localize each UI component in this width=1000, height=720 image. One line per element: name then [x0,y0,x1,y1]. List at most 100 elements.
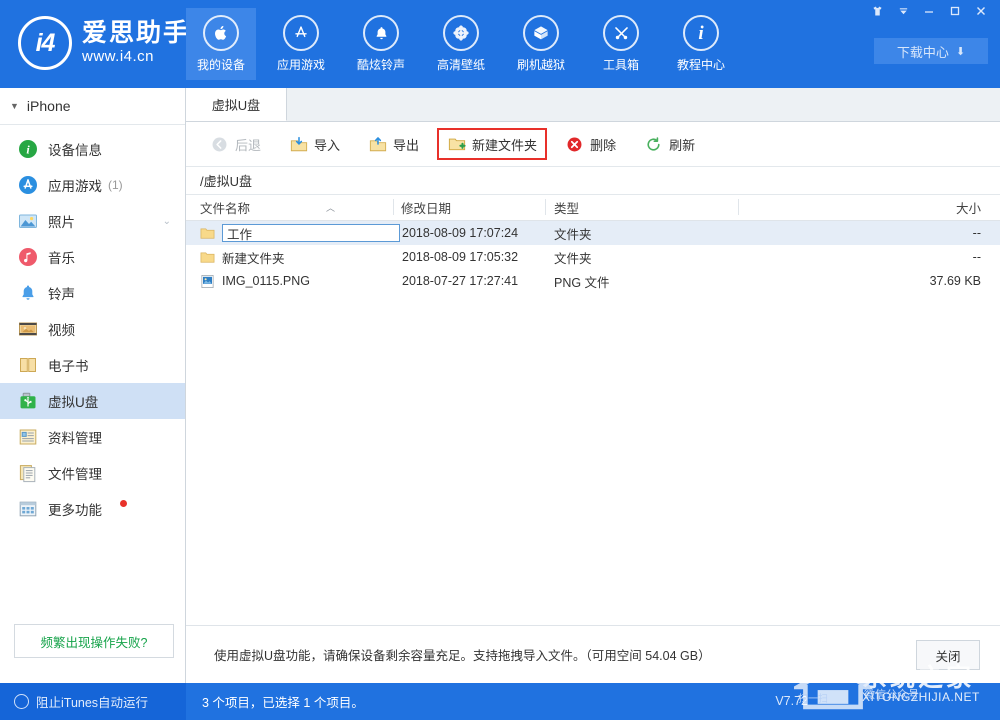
nav-label: 应用游戏 [277,56,325,73]
device-selector[interactable]: ▼ iPhone [0,88,185,125]
toolbar-label: 新建文件夹 [472,135,537,154]
menu-caret-icon[interactable] [890,1,916,21]
column-divider[interactable] [393,199,394,215]
table-row[interactable]: 2018-08-09 17:07:24 文件夹 -- [186,221,1000,245]
nav-item-toolbox[interactable]: 工具箱 [586,8,656,80]
cell-date: 2018-08-09 17:05:32 [402,245,518,269]
close-button[interactable]: 关闭 [916,640,980,670]
nav-item-flash-jailbreak[interactable]: 刷机越狱 [506,8,576,80]
version-label: V7.72 [775,694,808,708]
sidebar-item-apps-games[interactable]: 应用游戏 (1) [0,167,185,203]
import-down-icon [289,135,308,154]
notice-text: 使用虚拟U盘功能，请确保设备剩余容量充足。支持拖拽导入文件。（可用空间 54.0… [214,645,711,664]
box-icon [523,15,559,51]
nav-label: 我的设备 [197,56,245,73]
sidebar-item-more-features[interactable]: 更多功能 [0,491,185,527]
nav-item-wallpapers[interactable]: 高清壁纸 [426,8,496,80]
nav-item-ringtones[interactable]: 酷炫铃声 [346,8,416,80]
skin-icon[interactable] [864,1,890,21]
help-failures-button[interactable]: 频繁出现操作失败? [14,624,174,658]
new-badge-dot [120,500,127,507]
export-button[interactable]: 导出 [358,129,429,159]
column-divider[interactable] [545,199,546,215]
data-manage-icon [18,427,38,447]
back-button[interactable]: 后退 [200,129,271,159]
breadcrumb[interactable]: /虚拟U盘 [186,167,1000,195]
sidebar-item-label: 资料管理 [48,427,102,447]
table-row[interactable]: 新建文件夹 2018-08-09 17:05:32 文件夹 -- [186,245,1000,269]
sidebar-item-label: 音乐 [48,247,75,267]
app-header: i4 爱思助手 www.i4.cn 我的设备 应用游戏 [0,0,1000,88]
sidebar-item-file-manage[interactable]: 文件管理 [0,455,185,491]
delete-button[interactable]: 删除 [555,129,626,159]
tab-bar: 虚拟U盘 [186,88,1000,122]
back-arrow-icon [210,135,229,154]
video-film-icon [18,319,38,339]
close-icon[interactable] [968,1,994,21]
window-controls [864,0,994,22]
sidebar-item-count: (1) [108,178,123,192]
itunes-block-toggle[interactable]: 阻止iTunes自动运行 [0,683,186,720]
column-header-type[interactable]: 类型 [554,195,739,220]
main-panel: 虚拟U盘 后退 导入 导出 [186,88,1000,683]
nav-item-tutorials[interactable]: i 教程中心 [666,8,736,80]
folder-icon [200,250,215,265]
tab-virtual-usb[interactable]: 虚拟U盘 [186,88,287,121]
export-up-icon [368,135,387,154]
cell-name[interactable]: 新建文件夹 [200,245,400,269]
toolbar-label: 导出 [393,135,419,154]
brand-logo: i4 爱思助手 www.i4.cn [18,16,190,70]
column-header-date[interactable]: 修改日期 [401,195,546,220]
sidebar-item-label: 应用游戏 [48,175,102,195]
appstore-circle-icon [18,175,38,195]
sidebar-item-music[interactable]: 音乐 [0,239,185,275]
table-header: 文件名称 ︿ 修改日期 类型 大小 [186,195,1000,221]
table-row[interactable]: IMG_0115.PNG 2018-07-27 17:27:41 PNG 文件 … [186,269,1000,293]
more-grid-icon [18,499,38,519]
logo-mark-icon: i4 [18,16,72,70]
sidebar-item-device-info[interactable]: i 设备信息 [0,131,185,167]
refresh-button[interactable]: 刷新 [634,129,705,159]
logo-mark-text: i4 [36,29,55,58]
new-folder-button[interactable]: 新建文件夹 [437,128,547,160]
status-bar: 阻止iTunes自动运行 3 个项目，已选择 1 个项目。 V7.72 系统之家… [0,683,1000,720]
folder-icon [200,226,215,241]
refresh-icon [644,135,663,154]
download-center-button[interactable]: 下载中心 ⬇ [874,38,988,64]
sort-asc-icon: ︿ [326,201,335,214]
rename-input[interactable] [222,224,400,242]
sidebar-item-ebooks[interactable]: 电子书 [0,347,185,383]
status-info: 3 个项目，已选择 1 个项目。 [186,683,1000,720]
sidebar-item-virtual-usb[interactable]: 虚拟U盘 [0,383,185,419]
chevron-down-icon[interactable]: ⌄ [163,216,171,227]
brand-url: www.i4.cn [82,48,190,66]
cell-name[interactable] [200,221,400,245]
sidebar-item-label: 设备信息 [48,139,102,159]
nav-item-my-device[interactable]: 我的设备 [186,8,256,80]
nav-item-apps-games[interactable]: 应用游戏 [266,8,336,80]
column-divider[interactable] [738,199,739,215]
column-header-size[interactable]: 大小 [746,195,981,220]
i4-assistant-window: i4 爱思助手 www.i4.cn 我的设备 应用游戏 [0,0,1000,720]
sidebar-item-ringtones[interactable]: 铃声 [0,275,185,311]
import-button[interactable]: 导入 [279,129,350,159]
toolbar-label: 导入 [314,135,340,154]
download-center-label: 下载中心 [897,42,949,61]
itunes-toggle-label: 阻止iTunes自动运行 [36,692,148,711]
notice-bar: 使用虚拟U盘功能，请确保设备剩余容量充足。支持拖拽导入文件。（可用空间 54.0… [186,625,1000,683]
cell-name[interactable]: IMG_0115.PNG [200,269,400,293]
sidebar-item-data-manage[interactable]: 资料管理 [0,419,185,455]
appstore-icon [283,15,319,51]
chevron-down-icon: ▼ [10,101,19,111]
bell-icon [363,15,399,51]
sidebar-item-label: 照片 [48,211,75,231]
sidebar-item-label: 视频 [48,319,75,339]
minimize-icon[interactable] [916,1,942,21]
maximize-icon[interactable] [942,1,968,21]
image-file-icon [200,274,215,289]
sidebar-item-photos[interactable]: 照片 ⌄ [0,203,185,239]
file-manage-icon [18,463,38,483]
sidebar-item-videos[interactable]: 视频 [0,311,185,347]
sidebar-item-label: 文件管理 [48,463,102,483]
column-header-name[interactable]: 文件名称 ︿ [200,195,394,220]
